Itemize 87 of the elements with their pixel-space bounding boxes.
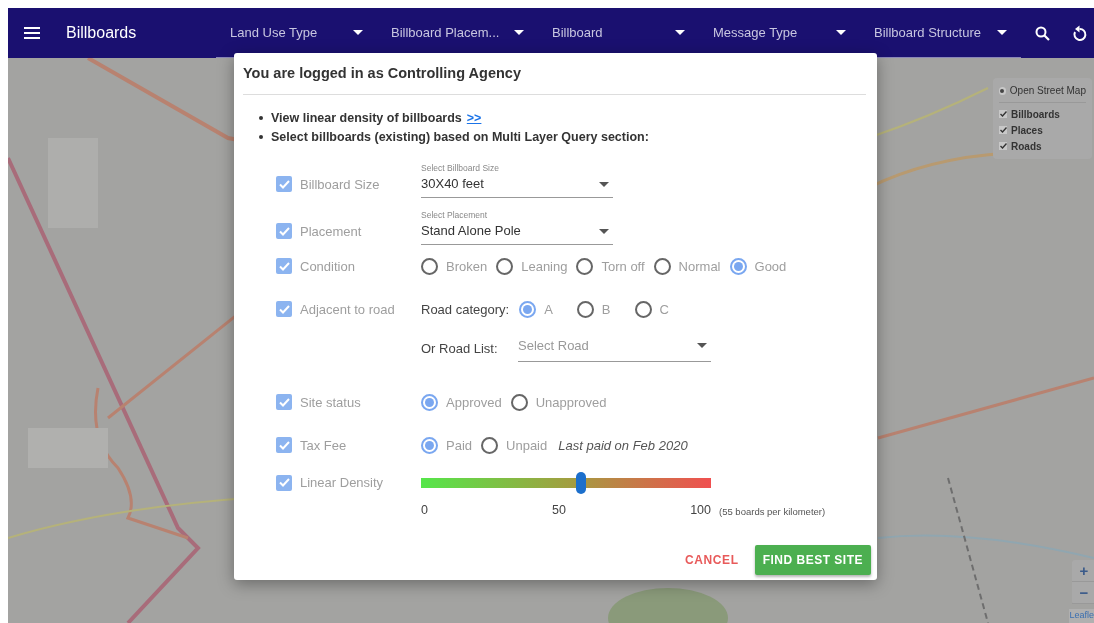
dialog-title: You are logged in as Controlling Agency (243, 63, 866, 95)
tick-label: 100 (690, 501, 711, 519)
layer-radio[interactable] (999, 86, 1006, 95)
radio-label: Torn off (601, 257, 645, 276)
bullet-icon (259, 116, 263, 121)
filter-dropdown[interactable]: Billboard Placem... (377, 8, 538, 57)
field-label: Road category: (421, 300, 510, 319)
criterion-label: Site status (300, 393, 361, 412)
radio-button[interactable] (481, 436, 499, 454)
filter-dropdown[interactable]: Billboard (538, 8, 699, 57)
view-link[interactable]: >> (466, 108, 482, 128)
layer-label: Roads (1011, 139, 1042, 154)
radio-button[interactable] (421, 436, 438, 454)
bullet-icon (259, 135, 263, 140)
checkmark-icon (278, 478, 290, 488)
search-icon[interactable] (1035, 25, 1050, 41)
checkmark-icon (278, 226, 290, 236)
refresh-icon[interactable] (1072, 24, 1087, 42)
radio-label: A (544, 300, 553, 319)
menu-icon[interactable] (24, 27, 40, 39)
radio-label: Unpaid (506, 436, 548, 455)
bullet-text: Select billboards (existing) based on Multi Layer Query section: (271, 128, 649, 146)
radio-button[interactable] (421, 257, 438, 275)
bullet-text: View linear density of billboards (271, 109, 462, 127)
radio-label: Unapproved (535, 393, 607, 412)
checkmark-icon (278, 397, 290, 407)
filter-dropdown[interactable]: Land Use Type (216, 8, 377, 57)
criterion-label: Placement (300, 222, 362, 241)
layer-label: Open Street Map (1009, 84, 1086, 98)
radio-label: Leaning (521, 257, 568, 276)
caret-icon (599, 181, 609, 187)
checkbox[interactable] (276, 258, 292, 275)
caret-icon (599, 228, 609, 234)
caret-icon (697, 343, 707, 349)
caret-icon (675, 30, 685, 35)
select-field[interactable]: Select Placement Stand Alone Pole (421, 208, 613, 245)
checkbox[interactable] (276, 437, 292, 454)
radio-button[interactable] (421, 393, 438, 411)
layer-label: Billboards (1011, 107, 1060, 122)
radio-button[interactable] (510, 393, 528, 411)
criterion-label: Linear Density (300, 474, 384, 492)
radio-button[interactable] (634, 300, 652, 318)
layer-checkbox[interactable] (999, 110, 1007, 118)
app-title: Billboards (66, 23, 138, 43)
criterion-label: Billboard Size (300, 175, 380, 194)
checkbox[interactable] (276, 301, 292, 318)
checkbox[interactable] (276, 474, 292, 491)
tick-label: 0 (421, 501, 428, 519)
checkmark-icon (278, 304, 290, 314)
radio-label: Paid (446, 436, 473, 455)
radio-label: Approved (446, 393, 502, 412)
filter-dropdown[interactable]: Billboard Structure (860, 8, 1021, 57)
checkbox[interactable] (276, 394, 292, 411)
caret-icon (997, 30, 1007, 35)
radio-label: Normal (678, 257, 721, 276)
radio-label: B (601, 300, 611, 319)
radio-label: C (659, 300, 669, 319)
radio-button[interactable] (653, 257, 671, 275)
radio-button[interactable] (729, 257, 747, 275)
payment-note: Last paid on Feb 2020 (558, 436, 688, 455)
caret-icon (836, 30, 846, 35)
caret-icon (514, 30, 524, 35)
caret-icon (353, 30, 363, 35)
radio-button[interactable] (576, 300, 594, 318)
layer-checkbox[interactable] (999, 142, 1007, 150)
field-label: Or Road List: (421, 340, 499, 358)
filter-dropdown[interactable]: Message Type (699, 8, 860, 57)
density-reading: (55 boards per kilometer) (719, 505, 826, 520)
layer-checkbox[interactable] (999, 126, 1007, 134)
checkbox[interactable] (276, 176, 292, 193)
radio-label: Good (754, 257, 787, 276)
checkbox[interactable] (276, 223, 292, 240)
select-field[interactable]: Select Billboard Size 30X40 feet (421, 161, 613, 198)
radio-label: Broken (446, 257, 488, 276)
density-slider[interactable] (421, 471, 711, 494)
layer-label: Places (1011, 123, 1043, 138)
checkmark-icon (278, 179, 290, 189)
criterion-label: Adjacent to road (300, 300, 395, 319)
criterion-label: Tax Fee (300, 436, 347, 455)
checkmark-icon (278, 261, 290, 271)
checkmark-icon (278, 440, 290, 450)
criterion-label: Condition (300, 257, 355, 276)
tick-label: 50 (552, 501, 566, 519)
radio-button[interactable] (576, 257, 594, 275)
radio-button[interactable] (496, 257, 514, 275)
slider-thumb[interactable] (575, 471, 586, 494)
radio-button[interactable] (519, 300, 537, 318)
